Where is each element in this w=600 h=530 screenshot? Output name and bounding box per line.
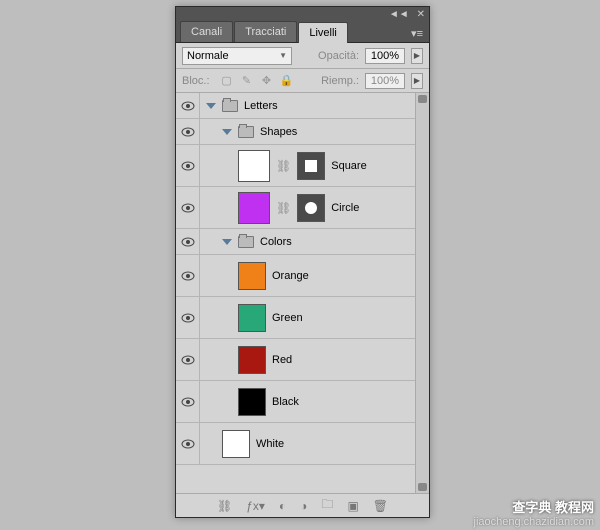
visibility-toggle[interactable] [176,145,200,186]
opacity-label: Opacità: [318,50,359,62]
layer-name: Red [272,354,292,366]
new-layer-icon[interactable]: ▣ [347,499,358,513]
close-icon[interactable]: ✕ [417,9,425,20]
blend-row: Normale ▼ Opacità: 100% ▶ [176,43,429,69]
tab-canali[interactable]: Canali [180,21,233,42]
lock-label: Bloc.: [182,75,210,87]
layer-name: Black [272,396,299,408]
trash-icon[interactable]: 🗑 [373,499,388,513]
chevron-down-icon: ▼ [279,51,287,60]
vector-mask-thumb[interactable] [297,194,325,222]
layer-thumb[interactable] [238,262,266,290]
panel-menu-icon[interactable]: ▾≡ [409,25,425,42]
folder-icon [238,236,254,248]
layer-green[interactable]: Green [176,297,415,339]
layer-name: White [256,438,284,450]
new-group-icon[interactable]: 🗀 [321,495,333,516]
panel-body: Normale ▼ Opacità: 100% ▶ Bloc.: ▢ ✎ ✥ 🔒… [176,43,429,517]
visibility-toggle[interactable] [176,381,200,422]
link-layers-icon[interactable]: ⛓ [217,499,232,513]
disclosure-triangle-icon[interactable] [222,129,232,135]
folder-icon [238,126,254,138]
visibility-toggle[interactable] [176,187,200,228]
lock-row: Bloc.: ▢ ✎ ✥ 🔒 Riemp.: 100% ▶ [176,69,429,93]
layer-name: Shapes [260,126,297,138]
folder-icon [222,100,238,112]
layer-name: Square [331,160,366,172]
link-icon[interactable]: ⛓ [276,159,291,173]
layer-red[interactable]: Red [176,339,415,381]
scroll-up-icon[interactable] [418,95,427,103]
layer-white[interactable]: White [176,423,415,465]
blend-mode-select[interactable]: Normale ▼ [182,47,292,65]
layer-thumb[interactable] [238,150,270,182]
visibility-toggle[interactable] [176,93,200,118]
layers-panel: ◄◄ ✕ Canali Tracciati Livelli ▾≡ Normale… [175,6,430,518]
layer-name: Letters [244,100,278,112]
watermark-url: jiaocheng.chazidian.com [474,516,594,528]
mask-icon[interactable]: ◐ [279,499,286,513]
layer-name: Green [272,312,303,324]
layer-thumb[interactable] [238,388,266,416]
adjustment-icon[interactable]: ◑ [300,499,307,513]
collapse-icon[interactable]: ◄◄ [389,9,409,20]
layer-name: Orange [272,270,309,282]
link-icon[interactable]: ⛓ [276,201,291,215]
opacity-field[interactable]: 100% [365,48,405,64]
layer-circle[interactable]: ⛓ Circle [176,187,415,229]
disclosure-triangle-icon[interactable] [222,239,232,245]
layer-square[interactable]: ⛓ Square [176,145,415,187]
scrollbar[interactable] [415,93,429,493]
visibility-toggle[interactable] [176,255,200,296]
visibility-toggle[interactable] [176,423,200,464]
layer-group-colors[interactable]: Colors [176,229,415,255]
tab-livelli[interactable]: Livelli [298,22,348,43]
fill-field[interactable]: 100% [365,73,405,89]
layer-name: Colors [260,236,292,248]
fx-icon[interactable]: ƒx▾ [246,499,265,513]
visibility-toggle[interactable] [176,297,200,338]
layer-black[interactable]: Black [176,381,415,423]
visibility-toggle[interactable] [176,119,200,144]
panel-footer: ⛓ ƒx▾ ◐ ◑ 🗀 ▣ 🗑 [176,493,429,517]
fill-label: Riemp.: [321,75,359,87]
vector-mask-thumb[interactable] [297,152,325,180]
panel-titlebar: ◄◄ ✕ [176,7,429,21]
opacity-flyout-icon[interactable]: ▶ [411,48,423,64]
visibility-toggle[interactable] [176,339,200,380]
tab-tracciati[interactable]: Tracciati [234,21,297,42]
layer-group-shapes[interactable]: Shapes [176,119,415,145]
disclosure-triangle-icon[interactable] [206,103,216,109]
layer-orange[interactable]: Orange [176,255,415,297]
layer-thumb[interactable] [238,304,266,332]
lock-transparency-icon[interactable]: ▢ [220,74,234,87]
layer-group-letters[interactable]: Letters [176,93,415,119]
layer-thumb[interactable] [222,430,250,458]
visibility-toggle[interactable] [176,229,200,254]
layer-name: Circle [331,202,359,214]
scroll-down-icon[interactable] [418,483,427,491]
lock-icons: ▢ ✎ ✥ 🔒 [220,74,294,87]
layer-thumb[interactable] [238,192,270,224]
tab-strip: Canali Tracciati Livelli ▾≡ [176,21,429,43]
blend-mode-value: Normale [187,50,229,62]
watermark-brand: 查字典 教程网 [512,497,594,516]
lock-position-icon[interactable]: ✥ [260,74,274,87]
lock-all-icon[interactable]: 🔒 [280,74,294,87]
layers-list: Letters Shapes ⛓ Square [176,93,429,493]
layer-thumb[interactable] [238,346,266,374]
lock-paint-icon[interactable]: ✎ [240,74,254,87]
fill-flyout-icon[interactable]: ▶ [411,73,423,89]
